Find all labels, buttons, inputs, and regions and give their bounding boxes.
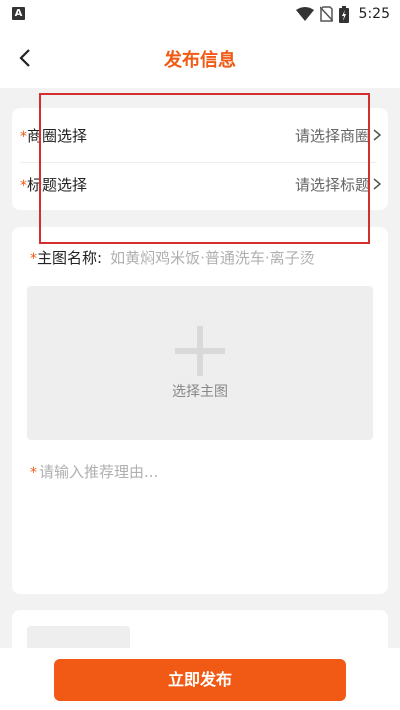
status-icons: 5:25 (295, 4, 390, 24)
required-mark: * (20, 129, 27, 145)
business-area-label: 商圈选择 (27, 127, 88, 145)
title-select-label: 标题选择 (27, 176, 88, 194)
status-bar: A 5:25 (0, 0, 400, 28)
upload-label: 选择主图 (172, 384, 228, 400)
reason-field[interactable]: * 请输入推荐理由... (30, 461, 158, 482)
main-image-upload[interactable]: 选择主图 (27, 286, 373, 440)
publish-button[interactable]: 立即发布 (54, 659, 346, 701)
status-time: 5:25 (358, 6, 390, 22)
wifi-icon (295, 7, 314, 21)
chevron-right-icon (373, 129, 382, 141)
nav-bar: 发布信息 (0, 28, 400, 88)
required-mark: * (20, 178, 27, 194)
page-title: 发布信息 (164, 50, 236, 71)
bottom-bar: 立即发布 (0, 648, 400, 710)
notification-a-icon: A (12, 7, 25, 20)
required-mark: * (30, 251, 37, 267)
battery-charging-icon (338, 5, 349, 23)
required-mark: * (30, 465, 37, 481)
business-area-value: 请选择商圈 (294, 127, 370, 145)
no-sim-icon (319, 6, 333, 22)
main-image-name-input[interactable]: 如黄焖鸡米饭·普通洗车·离子烫 (110, 249, 315, 267)
main-image-name-field[interactable]: *主图名称: 如黄焖鸡米饭·普通洗车·离子烫 (30, 247, 315, 268)
title-selector[interactable]: *标题选择 请选择标题 (12, 160, 388, 210)
title-select-value: 请选择标题 (294, 176, 370, 194)
reason-input[interactable]: 请输入推荐理由... (39, 463, 158, 481)
selector-card: *商圈选择 请选择商圈 *标题选择 请选择标题 (12, 108, 388, 210)
main-image-name-label: 主图名称: (37, 249, 103, 267)
chevron-right-icon (373, 178, 382, 190)
main-image-card: *主图名称: 如黄焖鸡米饭·普通洗车·离子烫 选择主图 * 请输入推荐理由... (12, 227, 388, 594)
business-area-selector[interactable]: *商圈选择 请选择商圈 (12, 111, 388, 163)
plus-icon (175, 326, 225, 376)
